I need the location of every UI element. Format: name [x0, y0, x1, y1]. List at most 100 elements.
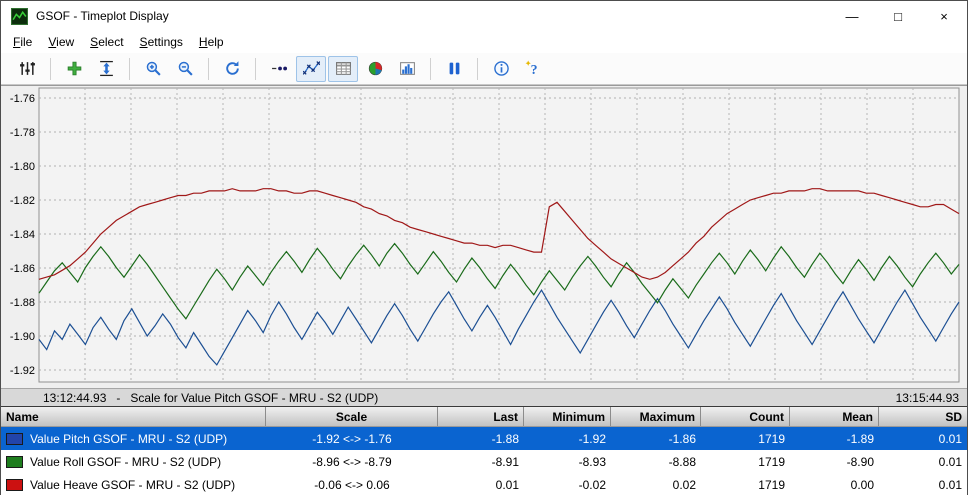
status-end-time: 13:15:44.93 — [896, 391, 959, 405]
autoscale-icon — [98, 60, 115, 77]
line-markers-button[interactable] — [296, 56, 326, 82]
svg-text:-1.84: -1.84 — [10, 229, 35, 241]
cell-scale: -0.06 <-> 0.06 — [266, 473, 438, 495]
cell-mean: 0.00 — [790, 473, 879, 495]
cell-minimum: -0.02 — [524, 473, 611, 495]
series-table: Name Scale Last Minimum Maximum Count Me… — [1, 406, 967, 495]
cell-sd: 0.01 — [879, 450, 967, 473]
toolbar-separator — [129, 58, 130, 80]
plot-svg: -1.76-1.78-1.80-1.82-1.84-1.86-1.88-1.90… — [1, 86, 967, 388]
cell-count: 1719 — [701, 427, 790, 450]
svg-text:-1.88: -1.88 — [10, 297, 35, 309]
cell-minimum: -8.93 — [524, 450, 611, 473]
menu-select[interactable]: Select — [82, 33, 131, 51]
column-header-maximum[interactable]: Maximum — [611, 407, 701, 426]
menu-settings[interactable]: Settings — [132, 33, 191, 51]
menu-file[interactable]: File — [5, 33, 40, 51]
column-header-last[interactable]: Last — [438, 407, 524, 426]
chart-status-bar: 13:12:44.93 - Scale for Value Pitch GSOF… — [1, 388, 967, 406]
cell-sd: 0.01 — [879, 473, 967, 495]
zoom-in-button[interactable] — [138, 56, 168, 82]
autoscale-button[interactable] — [91, 56, 121, 82]
minimize-button[interactable]: — — [829, 1, 875, 31]
svg-text:?: ? — [530, 62, 537, 77]
cell-name: Value Roll GSOF - MRU - S2 (UDP) — [1, 450, 266, 473]
menu-help[interactable]: Help — [191, 33, 232, 51]
cell-mean: -1.89 — [790, 427, 879, 450]
maximize-button[interactable]: □ — [875, 1, 921, 31]
table-row[interactable]: Value Roll GSOF - MRU - S2 (UDP) -8.96 <… — [1, 450, 967, 473]
column-header-sd[interactable]: SD — [879, 407, 967, 426]
toolbar-separator — [50, 58, 51, 80]
toolbar-separator — [255, 58, 256, 80]
help-icon: ? — [525, 60, 542, 77]
toolbar-separator — [430, 58, 431, 80]
column-header-minimum[interactable]: Minimum — [524, 407, 611, 426]
histogram-icon — [399, 60, 416, 77]
menu-view[interactable]: View — [40, 33, 82, 51]
add-plot-button[interactable] — [59, 56, 89, 82]
close-button[interactable]: × — [921, 1, 967, 31]
sliders-icon — [19, 60, 36, 77]
cell-minimum: -1.92 — [524, 427, 611, 450]
cell-mean: -8.90 — [790, 450, 879, 473]
cell-maximum: -1.86 — [611, 427, 701, 450]
pause-button[interactable] — [439, 56, 469, 82]
plot-settings-button[interactable] — [12, 56, 42, 82]
cell-sd: 0.01 — [879, 427, 967, 450]
zoom-out-button[interactable] — [170, 56, 200, 82]
column-header-mean[interactable]: Mean — [790, 407, 879, 426]
column-header-scale[interactable]: Scale — [266, 407, 438, 426]
table-header-row: Name Scale Last Minimum Maximum Count Me… — [1, 407, 967, 427]
series-name-label: Value Heave GSOF - MRU - S2 (UDP) — [30, 478, 235, 492]
app-icon — [11, 8, 28, 25]
cell-name: Value Pitch GSOF - MRU - S2 (UDP) — [1, 427, 266, 450]
toolbar: ? — [1, 53, 967, 85]
series-color-swatch — [6, 456, 23, 468]
svg-text:-1.92: -1.92 — [10, 365, 35, 377]
grid-icon — [335, 60, 352, 77]
window-title: GSOF - Timeplot Display — [36, 9, 169, 23]
zoom-in-icon — [145, 60, 162, 77]
cell-maximum: -8.88 — [611, 450, 701, 473]
pie-chart-button[interactable] — [360, 56, 390, 82]
refresh-icon — [224, 60, 241, 77]
grid-view-button[interactable] — [328, 56, 358, 82]
histogram-button[interactable] — [392, 56, 422, 82]
cell-scale: -1.92 <-> -1.76 — [266, 427, 438, 450]
column-header-count[interactable]: Count — [701, 407, 790, 426]
table-row[interactable]: Value Pitch GSOF - MRU - S2 (UDP) -1.92 … — [1, 427, 967, 450]
series-name-label: Value Pitch GSOF - MRU - S2 (UDP) — [30, 432, 227, 446]
pie-chart-icon — [367, 60, 384, 77]
title-bar: GSOF - Timeplot Display — □ × — [1, 1, 967, 31]
status-scale-label: Scale for Value Pitch GSOF - MRU - S2 (U… — [130, 391, 378, 405]
cell-count: 1719 — [701, 473, 790, 495]
svg-text:-1.76: -1.76 — [10, 93, 35, 105]
refresh-button[interactable] — [217, 56, 247, 82]
timeplot-chart[interactable]: -1.76-1.78-1.80-1.82-1.84-1.86-1.88-1.90… — [1, 85, 967, 388]
svg-text:-1.82: -1.82 — [10, 195, 35, 207]
column-header-name[interactable]: Name — [1, 407, 266, 426]
cell-count: 1719 — [701, 450, 790, 473]
svg-text:-1.86: -1.86 — [10, 263, 35, 275]
show-points-button[interactable] — [264, 56, 294, 82]
cell-name: Value Heave GSOF - MRU - S2 (UDP) — [1, 473, 266, 495]
svg-text:-1.80: -1.80 — [10, 161, 35, 173]
points-icon — [271, 60, 288, 77]
cell-last: 0.01 — [438, 473, 524, 495]
cell-scale: -8.96 <-> -8.79 — [266, 450, 438, 473]
window-controls: — □ × — [829, 1, 967, 31]
add-plot-icon — [66, 60, 83, 77]
pause-icon — [446, 60, 463, 77]
info-button[interactable] — [486, 56, 516, 82]
help-button[interactable]: ? — [518, 56, 548, 82]
cell-last: -1.88 — [438, 427, 524, 450]
series-name-label: Value Roll GSOF - MRU - S2 (UDP) — [30, 455, 221, 469]
svg-text:-1.90: -1.90 — [10, 331, 35, 343]
toolbar-separator — [477, 58, 478, 80]
table-row[interactable]: Value Heave GSOF - MRU - S2 (UDP) -0.06 … — [1, 473, 967, 495]
zoom-out-icon — [177, 60, 194, 77]
status-start-time: 13:12:44.93 — [43, 391, 106, 405]
menu-bar: File View Select Settings Help — [1, 31, 967, 53]
line-markers-icon — [303, 60, 320, 77]
